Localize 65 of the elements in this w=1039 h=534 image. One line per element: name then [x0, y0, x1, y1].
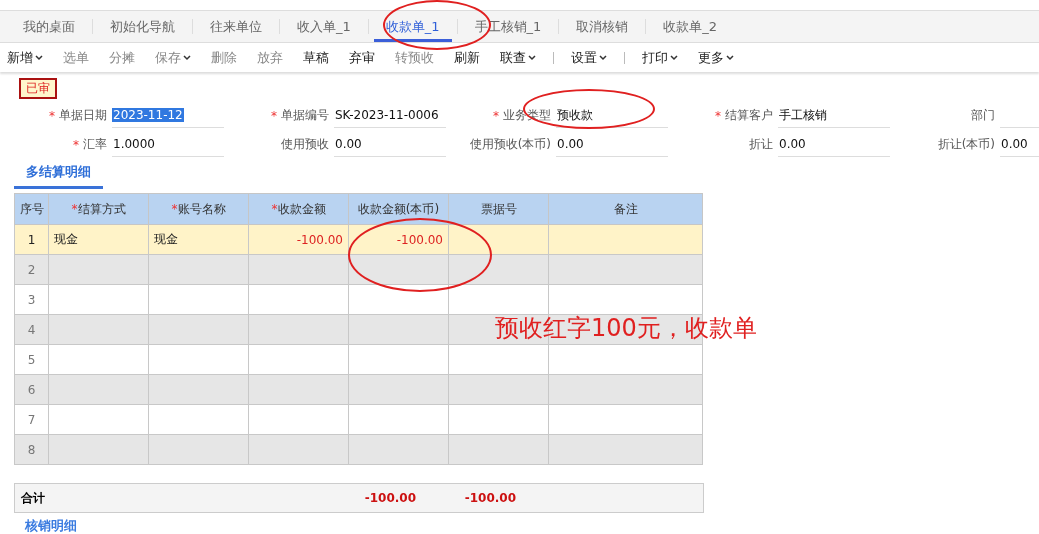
toolbar-button[interactable]: 打印 — [639, 48, 681, 67]
annotation-text: 预收红字100元，收款单 — [495, 313, 757, 344]
input-field[interactable]: 1.0000 — [112, 132, 224, 157]
input-field[interactable]: 手工核销 — [778, 103, 890, 128]
tab[interactable]: 收款单_2 — [651, 11, 730, 42]
input-field[interactable]: 0.00 — [334, 132, 446, 157]
caret-icon — [726, 54, 734, 61]
table-cell: 2 — [14, 254, 49, 285]
column-header: 收款金额(本币) — [348, 193, 449, 225]
table-cell: -100.00 — [348, 224, 449, 255]
table-cell: 现金 — [48, 224, 149, 255]
input-field[interactable]: 0.00 — [556, 132, 668, 157]
toolbar-button[interactable]: 联查 — [497, 48, 539, 67]
input-field[interactable]: 0.00 — [778, 132, 890, 157]
tab[interactable]: 往来单位 — [198, 11, 274, 42]
field-label: 使用预收 — [280, 136, 330, 153]
caret-icon — [183, 54, 191, 61]
table-cell: 3 — [14, 284, 49, 315]
toolbar-button[interactable]: 刷新 — [451, 48, 483, 67]
table-cell: 4 — [14, 314, 49, 345]
toolbar-button[interactable]: 弃审 — [346, 48, 378, 67]
field-label: 使用预收(本币) — [468, 136, 552, 153]
field-label: 折让(本币) — [936, 136, 996, 153]
field-label: * 汇率 — [72, 136, 108, 154]
table-cell: 5 — [14, 344, 49, 375]
input-field[interactable]: SK-2023-11-0006 — [334, 103, 446, 128]
table-cell: 8 — [14, 434, 49, 465]
total-value: -100.00 — [463, 491, 517, 505]
caret-icon — [528, 54, 536, 61]
tab[interactable]: 收款单_1 — [373, 11, 452, 42]
caret-icon — [670, 54, 678, 61]
field-label: 部门 — [970, 107, 996, 124]
caret-icon — [35, 54, 43, 61]
table-cell: 现金 — [148, 224, 249, 255]
input-field[interactable]: 2023-11-12 — [112, 103, 224, 128]
table-cell: 1 — [14, 224, 49, 255]
status-badge: 已审 — [19, 78, 57, 99]
field-label: * 单据编号 — [270, 107, 330, 125]
tab[interactable]: 初始化导航 — [98, 11, 187, 42]
toolbar-button[interactable]: 草稿 — [300, 48, 332, 67]
tab[interactable]: 取消核销 — [564, 11, 641, 42]
section-tab[interactable]: 多结算明细 — [14, 160, 103, 189]
table-cell: 6 — [14, 374, 49, 405]
column-header: 票据号 — [448, 193, 549, 225]
field-label: * 结算客户 — [714, 107, 774, 125]
table-cell: 7 — [14, 404, 49, 435]
column-header: *结算方式 — [48, 193, 149, 225]
total-value: -100.00 — [363, 491, 417, 505]
total-label: 合计 — [20, 489, 46, 507]
column-header: 序号 — [14, 193, 49, 225]
table-cell: -100.00 — [248, 224, 349, 255]
caret-icon — [599, 54, 607, 61]
toolbar-button[interactable]: 更多 — [695, 48, 737, 67]
tab[interactable]: 我的桌面 — [11, 11, 87, 42]
field-label: 折让 — [748, 136, 774, 153]
column-header: *账号名称 — [148, 193, 249, 225]
column-header: *收款金额 — [248, 193, 349, 225]
section-tab[interactable]: 核销明细 — [25, 517, 1039, 534]
toolbar-button[interactable]: 新增 — [4, 48, 46, 67]
column-header: 备注 — [548, 193, 703, 225]
tab[interactable]: 收入单_1 — [285, 11, 363, 42]
input-field[interactable]: 预收款 — [556, 103, 668, 128]
toolbar-button[interactable]: 设置 — [568, 48, 610, 67]
field-label: * 单据日期 — [48, 107, 108, 125]
input-field[interactable]: 0.00 — [1000, 132, 1039, 157]
